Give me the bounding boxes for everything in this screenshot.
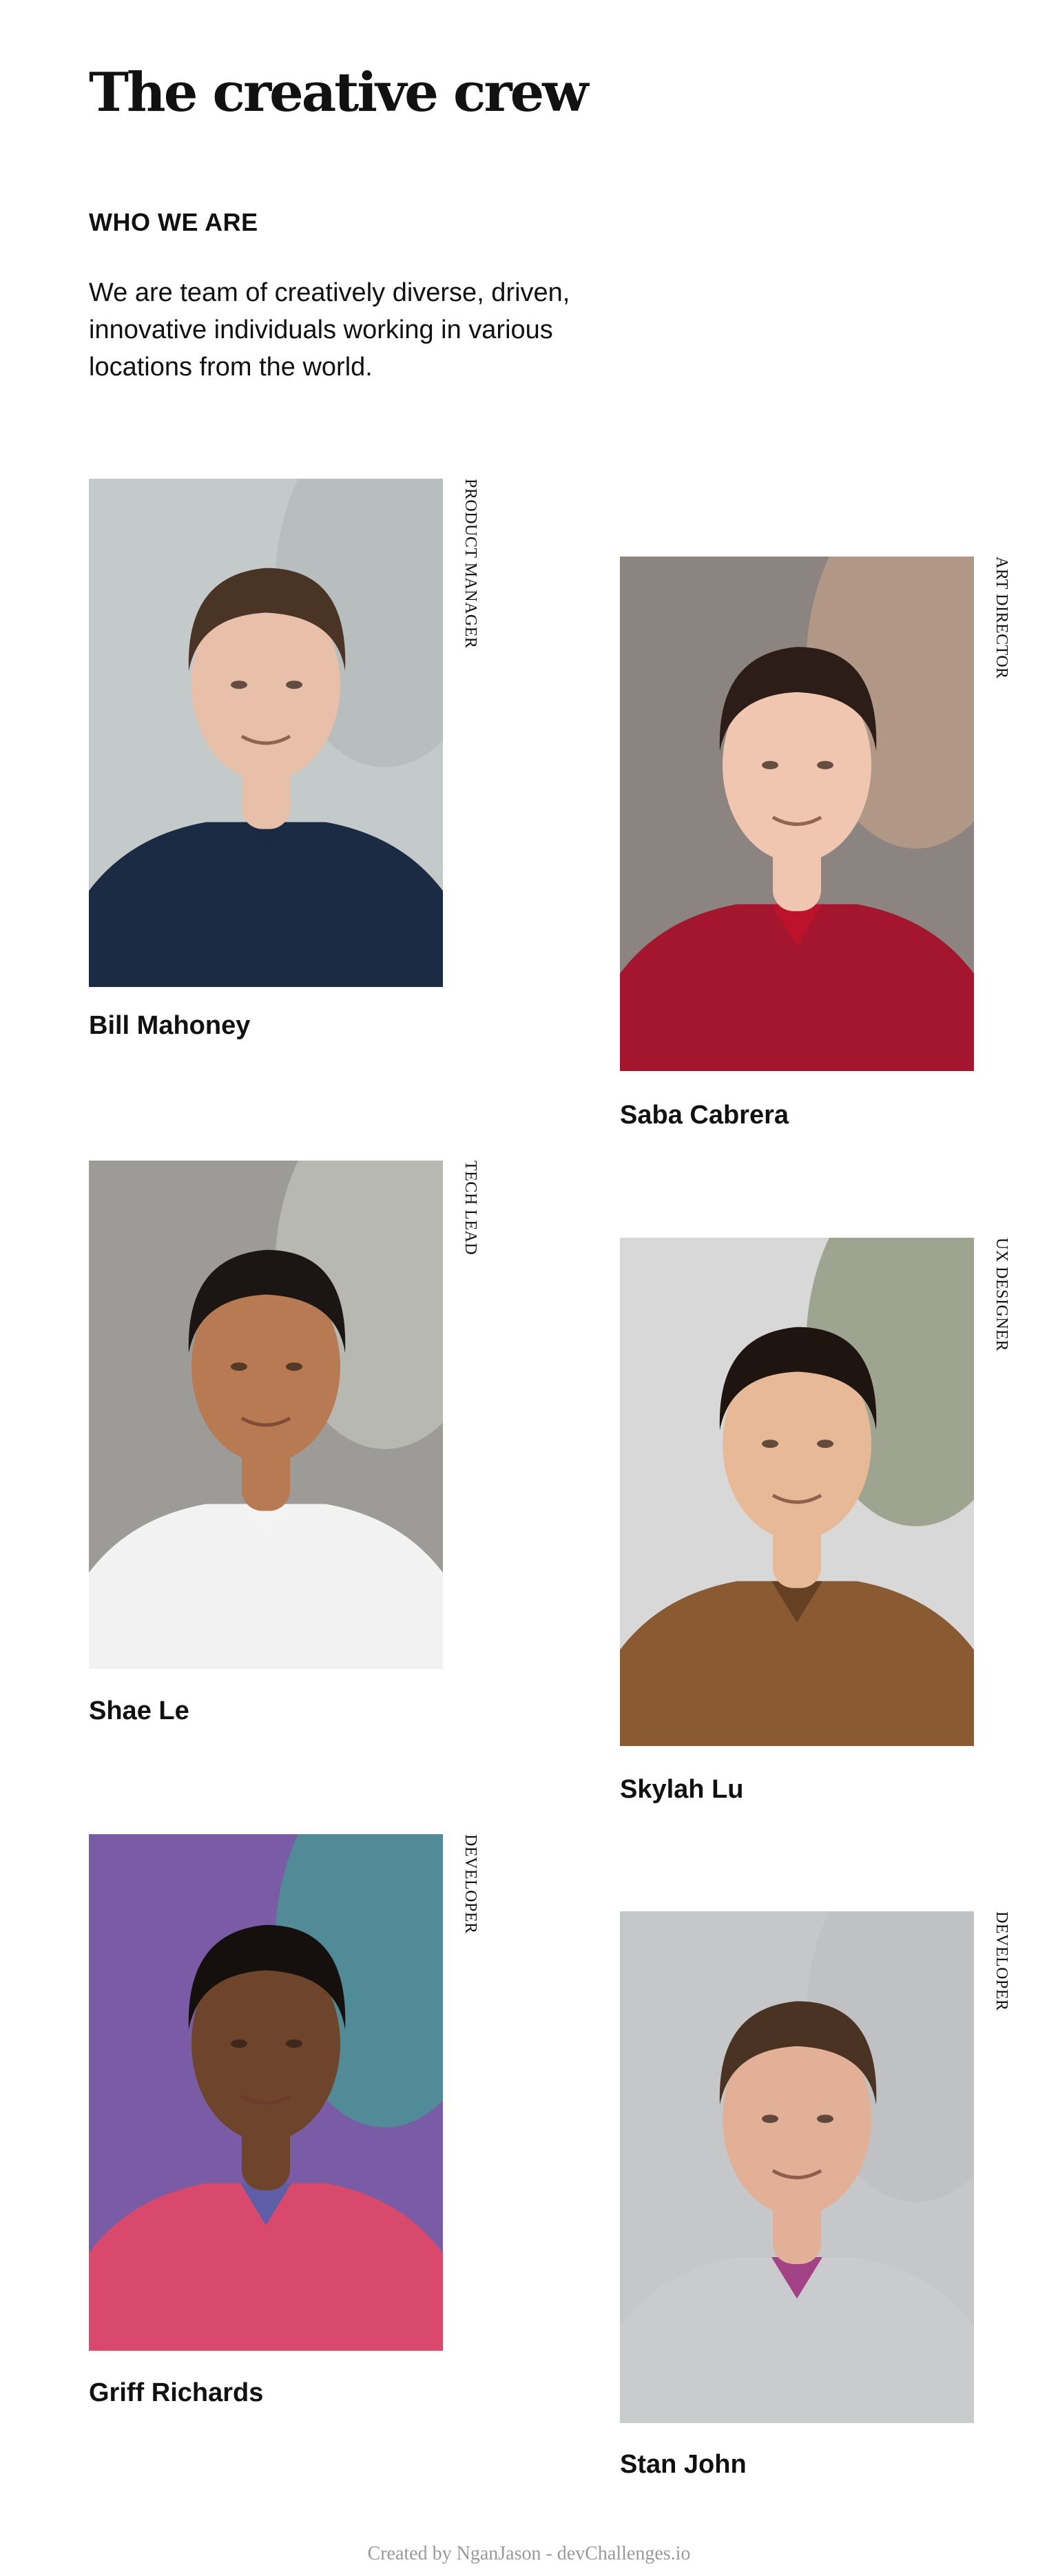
member-name: Skylah Lu xyxy=(620,1775,744,1804)
page-title: The creative crew xyxy=(89,61,588,124)
member-role: DEVELOPER xyxy=(461,1834,479,1934)
who-we-are-heading: WHO WE ARE xyxy=(89,208,258,236)
intro-text: We are team of creatively diverse, drive… xyxy=(89,278,570,382)
member-role: PRODUCT MANAGER xyxy=(461,479,479,649)
member-name: Bill Mahoney xyxy=(89,1011,251,1040)
member-photo xyxy=(89,1834,443,2351)
member-name: Saba Cabrera xyxy=(620,1101,789,1130)
member-name: Griff Richards xyxy=(89,2378,264,2407)
footer-credit: Created by NganJason - devChallenges.io xyxy=(367,2543,691,2564)
member-role: DEVELOPER xyxy=(993,1911,1010,2011)
member-photo xyxy=(620,1238,974,1746)
member-name: Shae Le xyxy=(89,1696,189,1725)
member-name: Stan John xyxy=(620,2450,747,2479)
member-photo xyxy=(620,1911,974,2423)
member-role: ART DIRECTOR xyxy=(993,557,1010,679)
member-photo xyxy=(620,557,974,1071)
member-photo xyxy=(89,479,443,987)
member-role: TECH LEAD xyxy=(461,1161,479,1256)
member-role: UX DESIGNER xyxy=(993,1238,1010,1351)
member-photo xyxy=(89,1161,443,1669)
